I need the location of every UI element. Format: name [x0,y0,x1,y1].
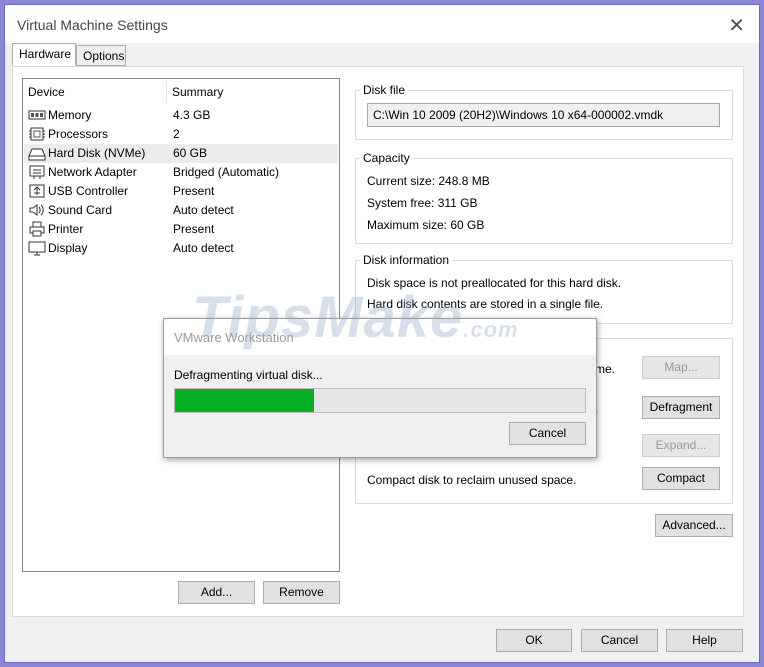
usb-icon [29,184,45,198]
disk-information-group: Disk information [355,253,733,324]
progress-fill [175,389,315,412]
maximum-size-text: Maximum size: 60 GB [367,218,485,232]
device-name: Memory [48,108,92,122]
device-summary: Auto detect [173,241,234,255]
device-summary: 4.3 GB [173,108,211,122]
device-row-sound-card[interactable]: Sound Card Auto detect [24,201,338,220]
capacity-label: Capacity [360,151,413,165]
compact-description-text: Compact disk to reclaim unused space. [367,473,577,487]
device-list-header: Device Summary [23,79,339,103]
network-adapter-icon [29,165,45,179]
tab-hardware[interactable]: Hardware [12,43,76,66]
close-icon[interactable]: ✕ [728,13,745,38]
device-row-memory[interactable]: Memory 4.3 GB [24,106,338,125]
device-summary: 60 GB [173,146,208,160]
device-name: Sound Card [48,203,113,217]
column-header-summary[interactable]: Summary [172,85,223,99]
speaker-icon [29,204,44,216]
device-name: Printer [48,222,84,236]
compact-button[interactable]: Compact [642,467,720,490]
device-row-processors[interactable]: Processors 2 [24,125,338,144]
device-row-hard-disk[interactable]: Hard Disk (NVMe) 60 GB [24,144,338,163]
memory-icon [28,110,46,120]
dialog-title-bar: VMware Workstation [164,319,596,355]
cancel-button[interactable]: Cancel [581,629,658,652]
dialog-message: Defragmenting virtual disk... [174,368,323,382]
device-summary: Bridged (Automatic) [173,165,280,179]
disk-file-path: C:\Win 10 2009 (20H2)\Windows 10 x64-000… [373,108,664,122]
device-summary: Present [173,222,215,236]
device-name: Hard Disk (NVMe) [48,146,146,160]
tab-options[interactable]: Options [76,45,126,66]
expand-button[interactable]: Expand... [642,434,720,457]
column-separator [166,81,167,103]
map-button[interactable]: Map... [642,356,720,379]
monitor-icon [28,241,46,256]
remove-button[interactable]: Remove [263,581,340,604]
printer-icon [29,221,45,237]
title-bar: Virtual Machine Settings ✕ [5,5,759,43]
disk-information-label: Disk information [360,253,453,267]
device-name: Processors [48,127,109,141]
current-size-text: Current size: 248.8 MB [367,174,490,188]
defragment-progress-dialog: VMware Workstation Defragmenting virtual… [163,318,597,458]
column-header-device[interactable]: Device [28,85,65,99]
defragment-progress-bar [174,388,586,413]
dialog-title: VMware Workstation [174,330,294,345]
add-button[interactable]: Add... [178,581,255,604]
device-row-display[interactable]: Display Auto detect [24,239,338,258]
disk-info-preallocation-text: Disk space is not preallocated for this … [367,276,622,290]
ok-button[interactable]: OK [496,629,572,652]
device-name: Display [48,241,88,255]
device-name: USB Controller [48,184,129,198]
device-row-network-adapter[interactable]: Network Adapter Bridged (Automatic) [24,163,338,182]
disk-file-path-field[interactable]: C:\Win 10 2009 (20H2)\Windows 10 x64-000… [367,103,720,127]
device-row-printer[interactable]: Printer Present [24,220,338,239]
system-free-text: System free: 311 GB [367,196,478,210]
hard-disk-icon [28,148,46,161]
processor-icon [29,127,45,141]
dialog-cancel-button[interactable]: Cancel [509,422,586,445]
disk-file-label: Disk file [360,83,409,97]
device-name: Network Adapter [48,165,137,179]
disk-info-storage-text: Hard disk contents are stored in a singl… [367,297,604,311]
map-description-text: me. [595,362,616,376]
defragment-button[interactable]: Defragment [642,396,720,419]
device-summary: Auto detect [173,203,234,217]
device-summary: 2 [173,127,180,141]
advanced-button[interactable]: Advanced... [655,514,733,537]
help-button[interactable]: Help [666,629,743,652]
window-title: Virtual Machine Settings [17,17,168,33]
device-row-usb-controller[interactable]: USB Controller Present [24,182,338,201]
device-summary: Present [173,184,215,198]
